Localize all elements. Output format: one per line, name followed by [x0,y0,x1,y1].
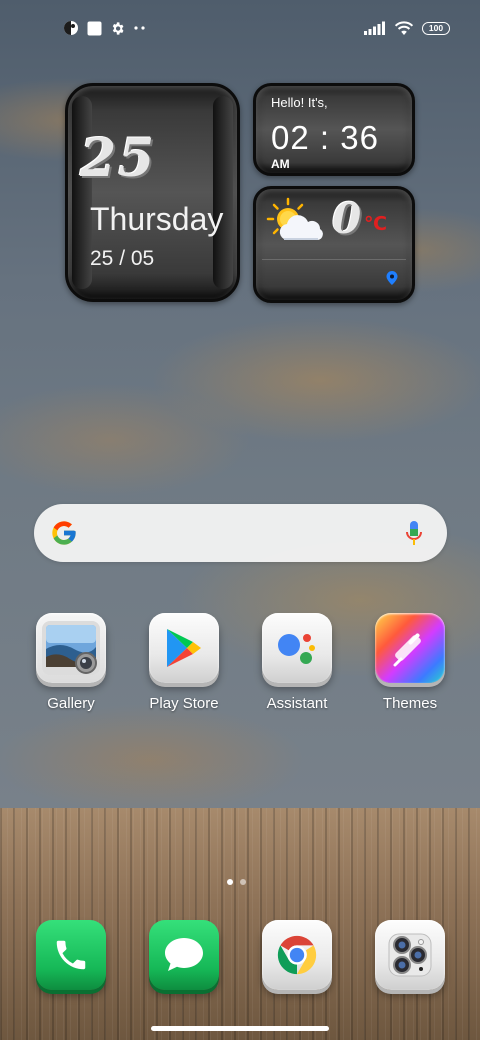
app-notification-icon [63,20,79,36]
dock-camera[interactable] [360,920,460,990]
widget-bezel-left [72,96,92,289]
weather-widget[interactable]: 0 ℃ [253,186,415,303]
time-label: 02 : 36 [271,119,379,156]
app-assistant[interactable]: Assistant [247,613,347,712]
weather-divider [262,259,406,260]
widget-bezel-right [213,96,233,289]
status-bar-system: 100 [364,18,450,38]
date-widget[interactable]: 25 Thursday 25 / 05 [65,83,240,302]
status-bar-notifications [63,18,147,38]
period-label: AM [271,157,290,171]
phone-icon[interactable] [36,920,106,990]
status-bar: 100 [0,0,480,56]
page-indicator [227,879,246,885]
weekday-label: Thursday [90,201,224,237]
dock-phone[interactable] [21,920,121,990]
more-dots-icon [133,25,147,31]
google-search-bar[interactable] [34,504,447,562]
gesture-nav-handle[interactable] [151,1026,329,1031]
app-label: Play Store [149,695,219,712]
themes-icon[interactable] [375,613,445,683]
signal-icon [364,21,386,35]
clock-widget[interactable]: Hello! It's, 02 : 36 AM [253,83,415,176]
temperature-value: 0 [332,194,362,243]
gallery-icon[interactable] [36,613,106,683]
app-label: Assistant [266,695,328,712]
square-notification-icon [87,21,102,36]
day-number: 25 [80,128,157,189]
location-pin-icon[interactable] [386,271,398,290]
page-dot [240,879,246,885]
play-store-icon[interactable] [149,613,219,683]
app-play-store[interactable]: Play Store [134,613,234,712]
date-label: 25 / 05 [90,247,155,270]
dock-chrome[interactable] [247,920,347,990]
assistant-icon[interactable] [262,613,332,683]
app-label: Themes [382,695,438,712]
wifi-icon [394,20,414,36]
google-g-icon [50,519,78,552]
page-dot-active [227,879,233,885]
battery-icon: 100 [422,21,450,35]
app-gallery[interactable]: Gallery [21,613,121,712]
temperature-unit: ℃ [364,214,388,235]
gear-icon [110,21,125,36]
chrome-icon[interactable] [262,920,332,990]
greeting-label: Hello! It's, [271,95,328,110]
app-label: Gallery [47,695,95,712]
camera-icon[interactable] [375,920,445,990]
microphone-icon[interactable] [405,520,423,551]
app-themes[interactable]: Themes [360,613,460,712]
sun-behind-cloud-icon [266,197,328,252]
dock-messages[interactable] [134,920,234,990]
message-bubble-icon[interactable] [149,920,219,990]
